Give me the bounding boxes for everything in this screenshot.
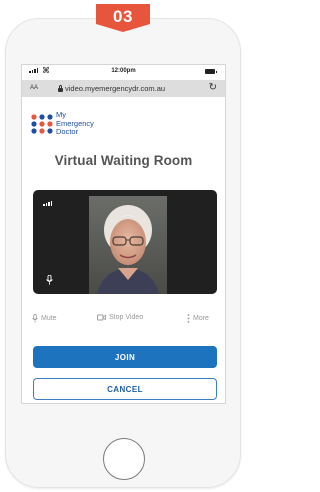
more-vertical-icon (187, 314, 190, 323)
user-camera-feed (89, 196, 167, 294)
brand-name: My Emergency Doctor (56, 110, 94, 137)
microphone-icon (32, 314, 38, 323)
step-badge: 03 (96, 4, 150, 32)
more-button[interactable]: More (187, 314, 209, 323)
url-text: video.myemergencydr.com.au (65, 84, 166, 93)
step-number: 03 (113, 7, 133, 26)
logo-mark-icon (31, 114, 53, 134)
stop-video-label: Stop Video (109, 314, 144, 321)
video-camera-icon (97, 314, 106, 321)
home-button[interactable] (103, 438, 145, 480)
more-label: More (193, 315, 209, 322)
call-controls: Mute Stop Video More (22, 314, 225, 328)
cancel-button[interactable]: CANCEL (33, 378, 217, 400)
video-preview (33, 190, 217, 294)
phone-screen: ⌘ 12:00pm AA video.myemergencydr.com.au … (21, 64, 226, 404)
browser-address-bar[interactable]: AA video.myemergencydr.com.au ↻ (22, 80, 225, 97)
reload-icon[interactable]: ↻ (209, 82, 217, 93)
mute-label: Mute (41, 315, 57, 322)
lock-icon (58, 84, 63, 92)
mute-button[interactable]: Mute (32, 314, 57, 323)
microphone-icon (46, 275, 53, 285)
page-title: Virtual Waiting Room (54, 153, 193, 168)
signal-bars-icon (43, 201, 52, 206)
battery-icon (205, 69, 217, 74)
status-time: 12:00pm (111, 68, 136, 74)
status-bar: ⌘ 12:00pm (22, 65, 225, 79)
brand-line-3: Doctor (56, 127, 79, 136)
stop-video-button[interactable]: Stop Video (97, 314, 143, 321)
join-button[interactable]: JOIN (33, 346, 217, 368)
text-size-button[interactable]: AA (30, 85, 38, 91)
url-field[interactable]: video.myemergencydr.com.au (58, 84, 165, 93)
